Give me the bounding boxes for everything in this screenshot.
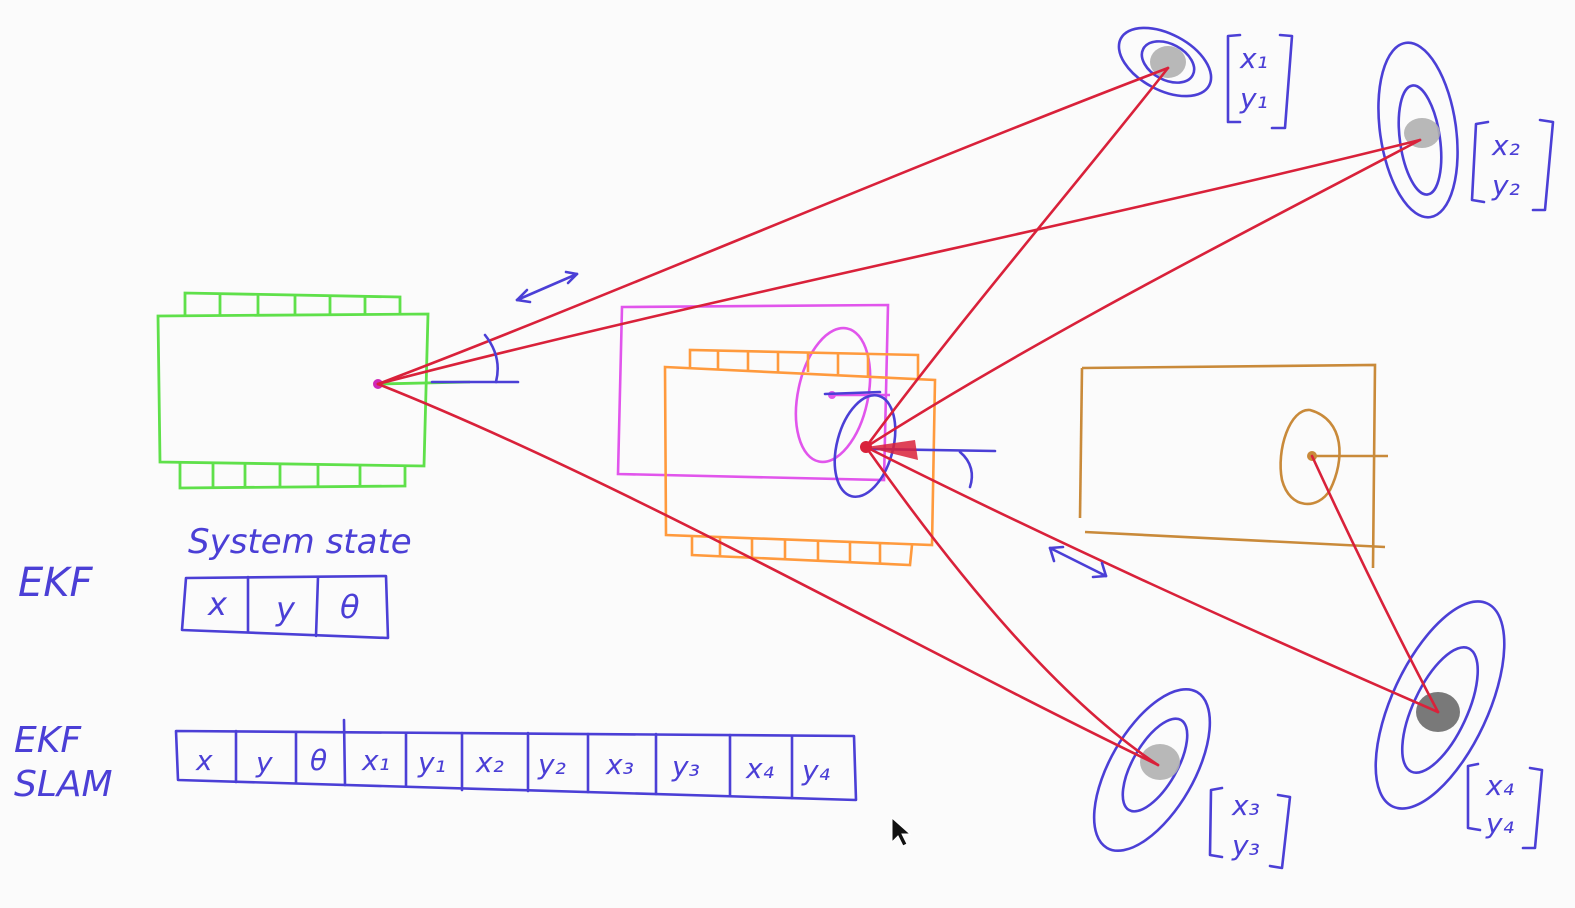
ekf-cell-y: y: [275, 590, 296, 628]
slam-cell-y4: y₄: [801, 754, 830, 787]
landmark-3-y: y₃: [1231, 829, 1260, 862]
landmark-3-vector: x₃ y₃: [1208, 786, 1292, 870]
slam-cell-y: y: [255, 746, 273, 779]
slam-cell-x3: x₃: [605, 748, 634, 781]
landmark-2-vector: x₂ y₂: [1470, 118, 1555, 212]
slam-cell-y2: y₂: [537, 748, 566, 781]
slam-cell-x: x: [195, 744, 213, 777]
system-state-label: System state: [188, 522, 412, 562]
slam-cell-x2: x₂: [475, 746, 504, 779]
landmark-3-x: x₃: [1231, 789, 1260, 822]
landmark-4-vector: x₄ y₄: [1466, 762, 1544, 850]
landmark-1-vector: x₁ y₁: [1226, 33, 1294, 130]
landmark-1-x: x₁: [1239, 42, 1268, 75]
ekf-slam-label-line1: EKF: [14, 720, 82, 761]
ekf-state-vector: x y θ: [180, 574, 390, 640]
ekf-slam-label-line2: SLAM: [14, 764, 113, 805]
double-arrow-icon: [1048, 545, 1108, 579]
mouse-pointer-icon: [891, 816, 912, 847]
ekf-slam-cells: x y θ x₁ y₁ x₂ y₂ x₃ y₃ x₄ y₄: [195, 744, 830, 787]
slam-cell-x4: x₄: [745, 752, 774, 785]
ekf-cell-theta: θ: [340, 588, 360, 626]
landmark-1-ellipses: [1117, 26, 1213, 98]
slam-cell-y1: y₁: [417, 746, 446, 779]
ekf-slam-diagram: x₁ y₁ x₂ y₂ x₃ y₃ x₄ y₄ System state EKF…: [14, 26, 1555, 870]
landmark-4-x: x₄: [1485, 769, 1514, 802]
ekf-label: EKF: [18, 560, 94, 606]
landmark-4-y: y₄: [1485, 807, 1514, 840]
ekf-cell-x: x: [207, 585, 228, 623]
landmark-2-ellipses: [1377, 41, 1459, 219]
landmark-2-x: x₂: [1491, 129, 1520, 162]
slam-cell-x1: x₁: [361, 744, 390, 777]
double-arrow-icon: [515, 270, 579, 304]
robot-predicted-brown: [1078, 363, 1388, 569]
robot-initial-green: [156, 291, 471, 490]
slam-cell-theta: θ: [310, 744, 327, 777]
observation-lines: [376, 66, 1440, 767]
landmark-2-y: y₂: [1491, 169, 1520, 202]
ekf-slam-state-vector: x y θ x₁ y₁ x₂ y₂ x₃ y₃ x₄ y₄: [174, 718, 858, 802]
slam-cell-y3: y₃: [671, 750, 700, 783]
landmark-1-y: y₁: [1239, 82, 1268, 115]
